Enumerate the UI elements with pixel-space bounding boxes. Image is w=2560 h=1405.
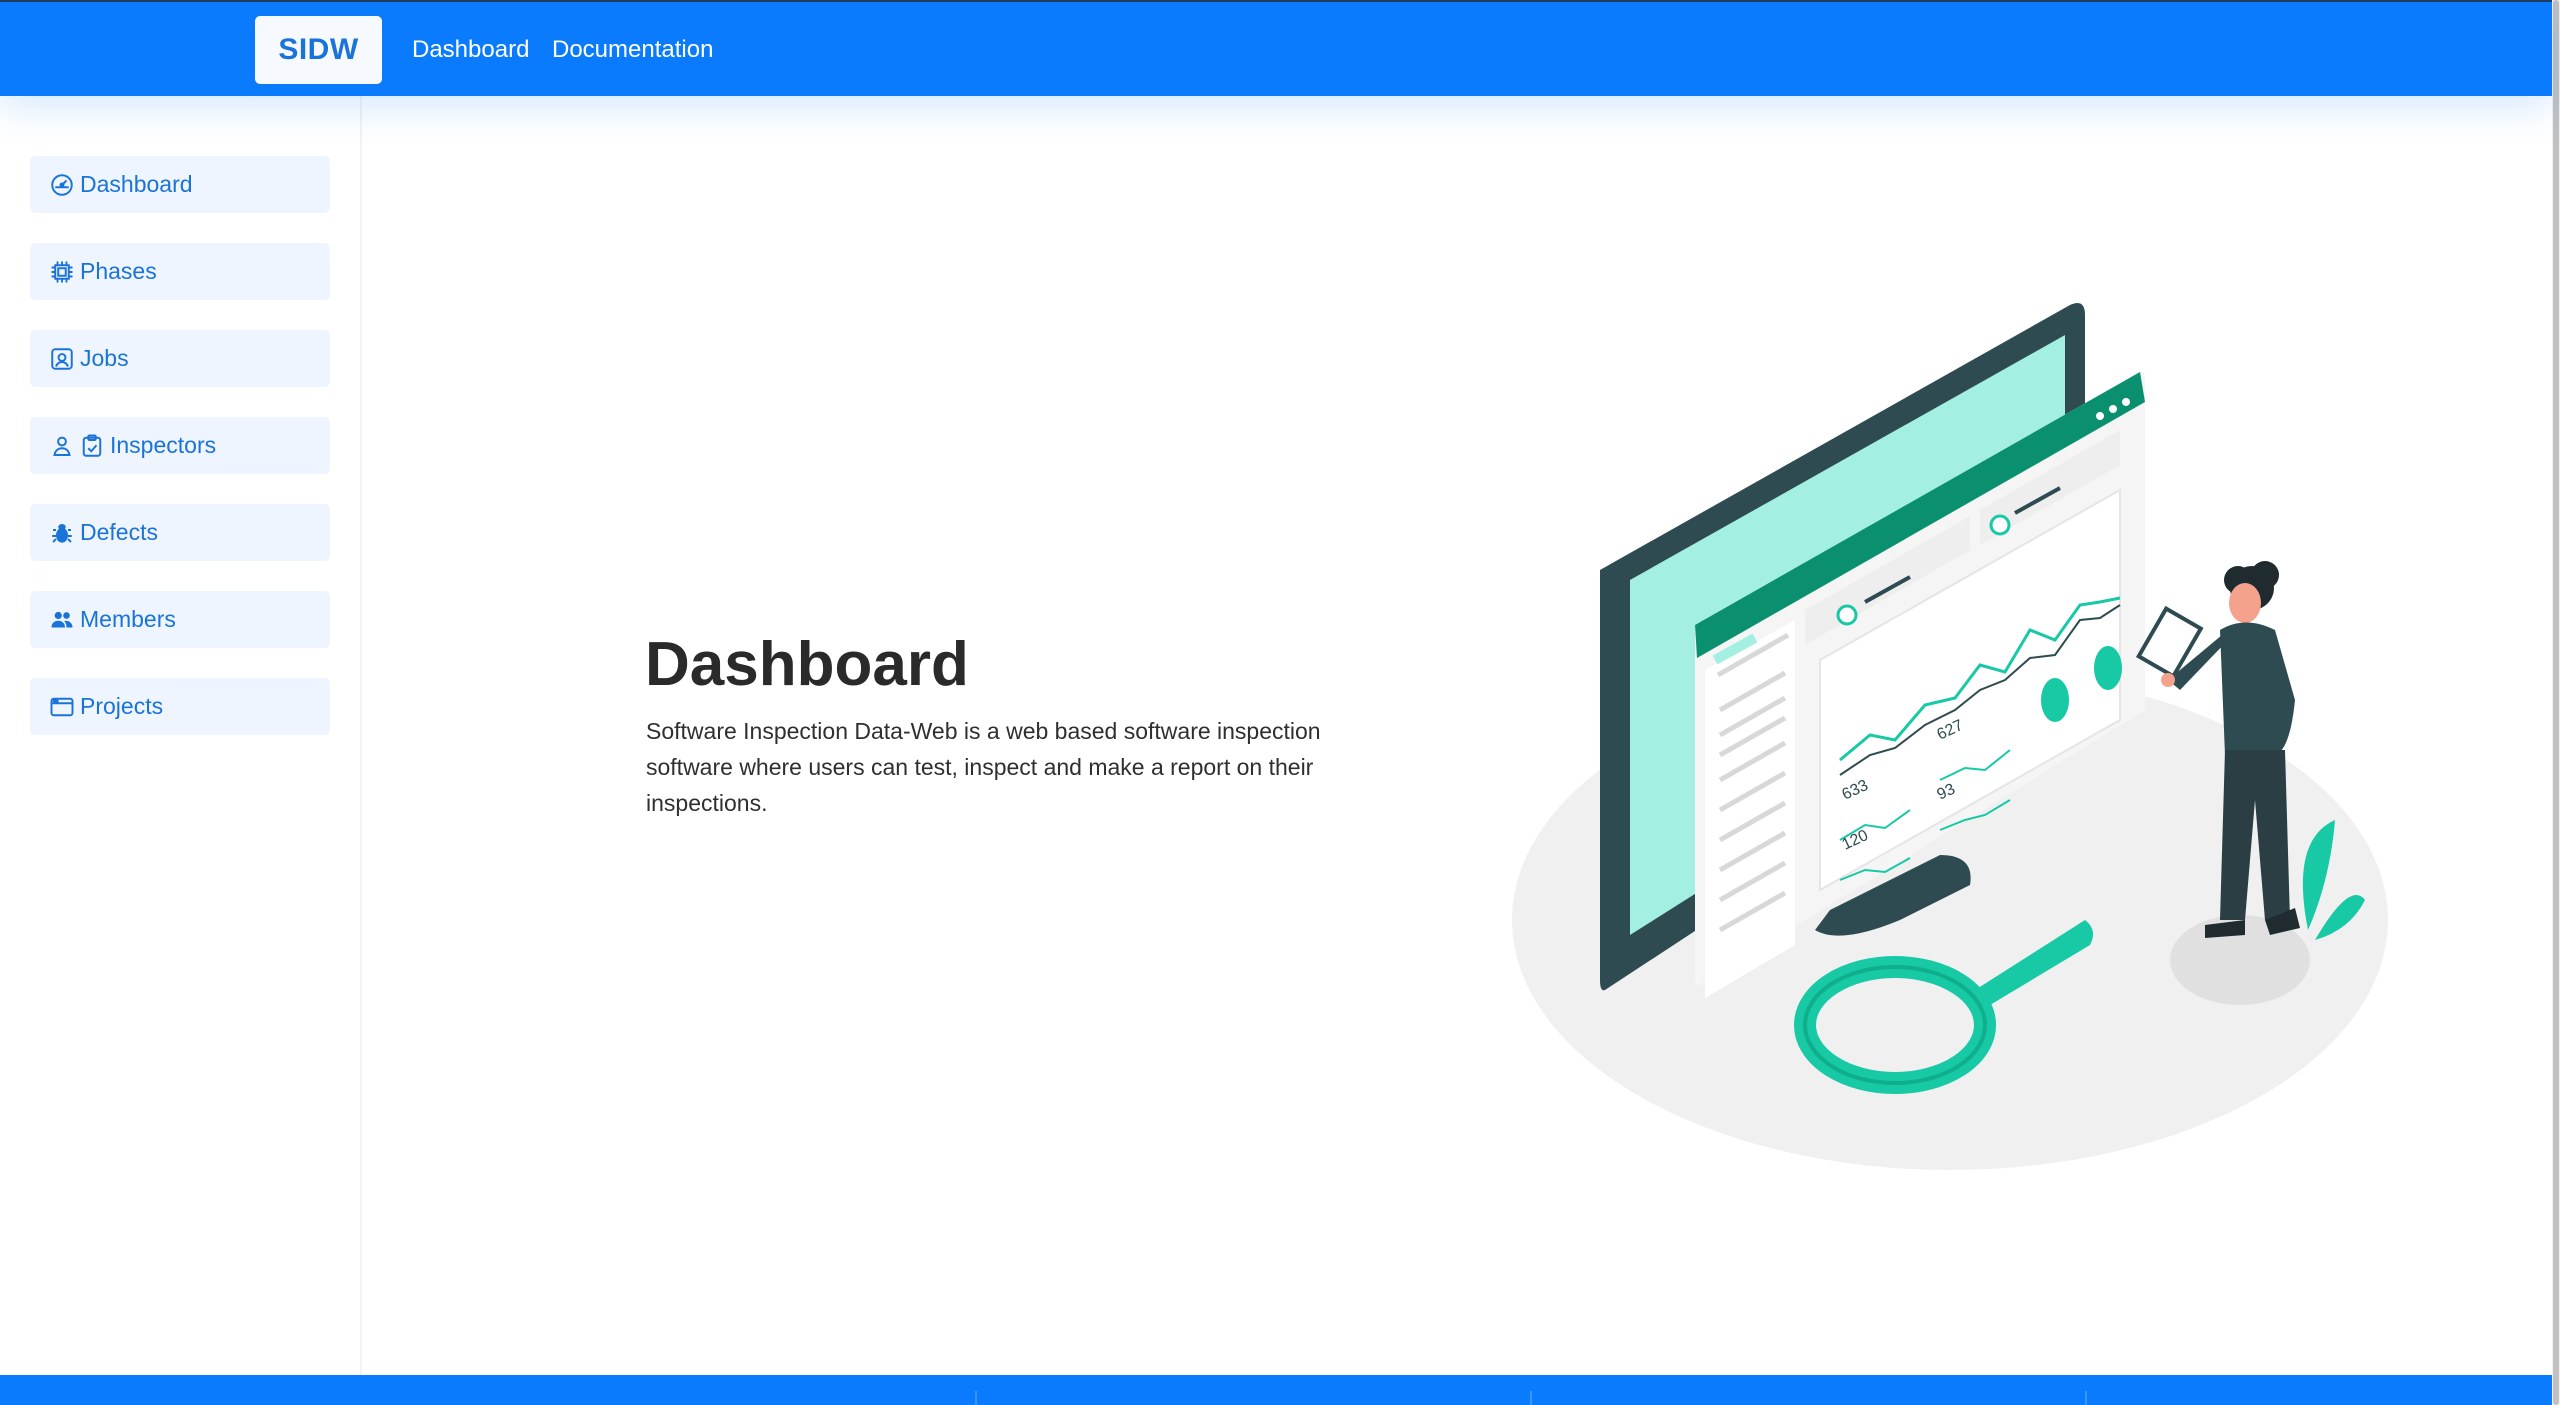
sidebar-item-label: Projects [80, 693, 164, 719]
dashboard-illustration: 633 627 93 120 [1512, 302, 2388, 1170]
sidebar-item-inspectors[interactable]: Inspectors [30, 417, 330, 474]
sidebar-item-projects[interactable]: Projects [30, 678, 330, 735]
sidebar-item-jobs[interactable]: Jobs [30, 330, 330, 387]
sidebar-item-label: Dashboard [80, 171, 193, 197]
sidebar-item-defects[interactable]: Defects [30, 504, 330, 561]
sidebar-item-dashboard[interactable]: Dashboard [30, 156, 330, 213]
person-icon [53, 436, 71, 456]
sidebar-item-label: Inspectors [110, 432, 217, 458]
sidebar-item-phases[interactable]: Phases [30, 243, 330, 300]
person-badge-icon [51, 347, 73, 370]
scrollbar-thumb[interactable] [2553, 0, 2559, 1405]
speedometer-icon [51, 173, 73, 196]
top-navbar: SIDW Dashboard Documentation [0, 0, 2552, 96]
sidebar-item-label: Jobs [80, 345, 129, 371]
sidebar: Dashboard Phases Jobs Inspectors Defects… [0, 96, 362, 1376]
page-description: Software Inspection Data-Web is a web ba… [646, 718, 1321, 816]
window-icon [50, 697, 74, 716]
brand-logo[interactable]: SIDW [255, 16, 382, 84]
page-title: Dashboard [645, 630, 969, 699]
sidebar-item-label: Members [80, 606, 176, 632]
footer-bar [0, 1375, 2552, 1405]
sidebar-item-members[interactable]: Members [30, 591, 330, 648]
sidebar-item-label: Phases [80, 258, 157, 284]
nav-link-dashboard[interactable]: Dashboard [412, 32, 529, 68]
sidebar-item-label: Defects [80, 519, 158, 545]
nav-link-documentation[interactable]: Documentation [552, 32, 713, 68]
cpu-icon [51, 261, 73, 282]
clipboard-check-icon [82, 434, 102, 457]
people-icon [51, 611, 73, 627]
bug-icon [52, 523, 72, 543]
